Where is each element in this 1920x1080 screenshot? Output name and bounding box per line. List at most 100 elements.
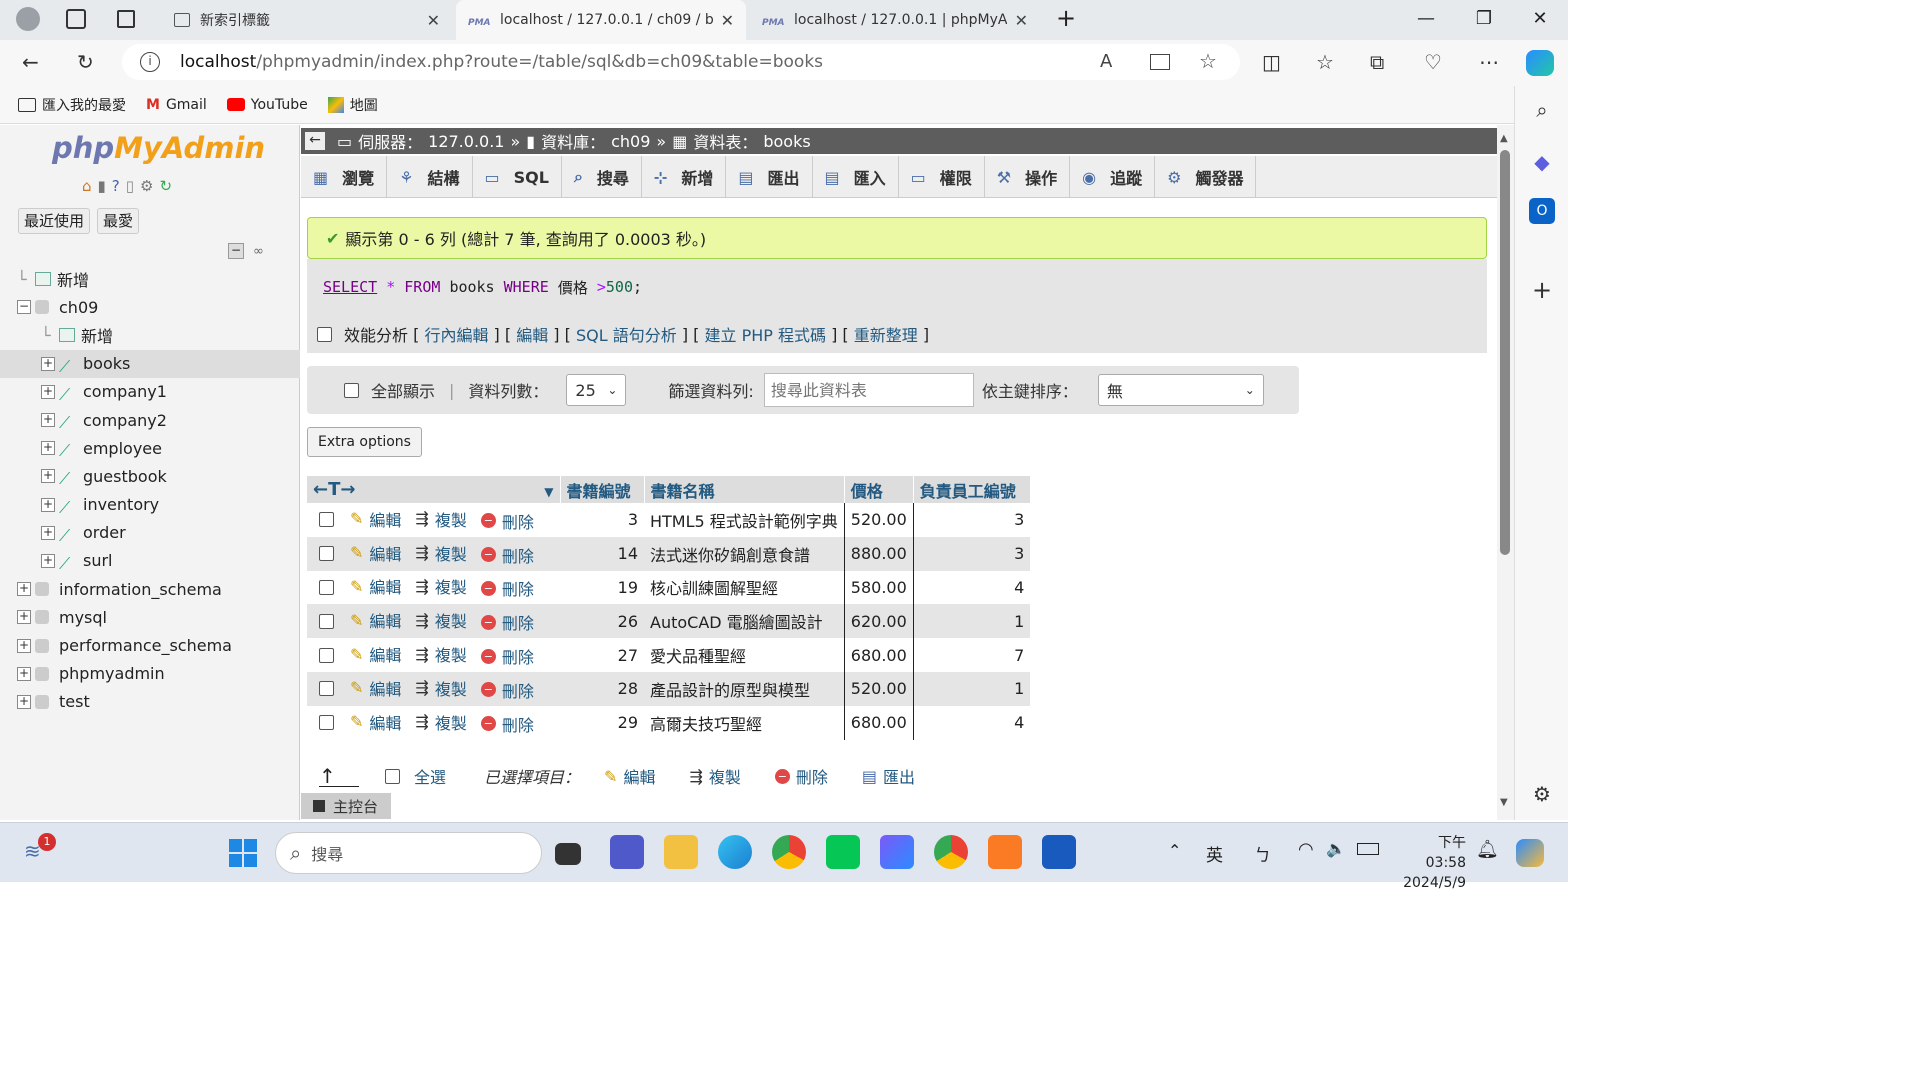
tab-main-5[interactable]: ▤ 匯出 — [726, 156, 813, 198]
tree-node-db[interactable]: + performance_schema — [0, 631, 300, 659]
tree-node-db[interactable]: + information_schema — [0, 575, 300, 603]
row-delete-button[interactable]: − 刪除 — [480, 712, 534, 736]
info-icon[interactable]: i — [140, 52, 160, 72]
select-all-label[interactable]: 全選 — [414, 764, 446, 788]
row-copy-button[interactable]: ⇶ 複製 — [415, 676, 466, 700]
bulk-export-button[interactable]: ▤ 匯出 — [862, 764, 915, 788]
breadcrumb-server[interactable]: 127.0.0.1 — [428, 132, 504, 151]
profile-icon[interactable] — [16, 7, 40, 31]
expand-icon[interactable]: + — [41, 525, 55, 540]
row-checkbox[interactable] — [319, 546, 334, 562]
close-window-icon[interactable]: ✕ — [1528, 8, 1552, 29]
sql-explain-link[interactable]: SQL 語句分析 — [576, 322, 677, 346]
tree-node-new[interactable]: └ 新增 — [0, 265, 300, 293]
sql-select[interactable]: SELECT — [323, 278, 377, 296]
cell-price[interactable]: 580.00 — [843, 570, 914, 605]
workspaces-icon[interactable] — [66, 9, 86, 29]
row-delete-button[interactable]: − 刪除 — [480, 509, 534, 533]
breadcrumb-table[interactable]: books — [763, 132, 810, 151]
column-header-price[interactable]: 價格 — [844, 476, 914, 503]
row-copy-button[interactable]: ⇶ 複製 — [415, 642, 466, 666]
minimize-icon[interactable]: — — [1414, 8, 1438, 29]
bookmark-youtube[interactable]: YouTube — [226, 97, 308, 113]
column-header-book-name[interactable]: 書籍名稱 — [644, 476, 845, 503]
expand-icon[interactable]: + — [41, 497, 55, 512]
row-checkbox[interactable] — [319, 613, 334, 629]
row-copy-button[interactable]: ⇶ 複製 — [415, 541, 466, 565]
close-icon[interactable]: ✕ — [1015, 11, 1028, 30]
row-edit-button[interactable]: ✎ 編輯 — [350, 507, 401, 531]
row-delete-button[interactable]: − 刪除 — [480, 644, 534, 668]
add-icon[interactable]: + — [1529, 276, 1555, 304]
tab-new-tab[interactable]: 新索引標籤 ✕ — [162, 0, 452, 40]
favorites-icon[interactable]: ☆ — [1316, 50, 1334, 74]
refresh-icon[interactable]: ↻ — [77, 50, 94, 74]
row-checkbox[interactable] — [319, 715, 334, 731]
row-copy-button[interactable]: ⇶ 複製 — [415, 574, 466, 598]
chevron-up-icon[interactable]: ⌃ — [1168, 841, 1181, 860]
logout-icon[interactable]: ▮ — [98, 177, 106, 195]
tab-main-4[interactable]: ⊹ 新增 — [642, 156, 727, 198]
expand-icon[interactable]: + — [17, 666, 31, 681]
favorites-button[interactable]: 最愛 — [97, 208, 140, 234]
outlook-icon[interactable]: O — [1529, 198, 1555, 224]
docs-icon[interactable]: ▯ — [126, 177, 134, 195]
row-copy-button[interactable]: ⇶ 複製 — [415, 507, 466, 531]
row-checkbox[interactable] — [319, 579, 334, 595]
cell-employee-id[interactable]: 3 — [913, 536, 1031, 571]
expand-icon[interactable]: + — [41, 469, 55, 484]
row-delete-button[interactable]: − 刪除 — [480, 610, 534, 634]
reload-icon[interactable]: ↻ — [159, 177, 172, 195]
back-icon[interactable]: ← — [22, 50, 39, 74]
cell-employee-id[interactable]: 1 — [913, 604, 1031, 639]
cell-book-id[interactable]: 26 — [560, 604, 644, 639]
row-edit-button[interactable]: ✎ 編輯 — [350, 574, 401, 598]
cell-price[interactable]: 880.00 — [843, 536, 914, 571]
cell-book-name[interactable]: AutoCAD 電腦繪圖設計 — [644, 604, 845, 639]
filter-rows-input[interactable] — [763, 373, 974, 407]
column-dropdown-icon[interactable]: ▼ — [544, 485, 553, 499]
scroll-down-icon[interactable]: ▼ — [1500, 797, 1508, 808]
create-php-link[interactable]: 建立 PHP 程式碼 — [704, 322, 826, 346]
teams-icon[interactable] — [610, 835, 644, 869]
tree-node-table[interactable]: + ⟋ books — [0, 349, 300, 378]
column-arrows-icon[interactable]: ←T→ — [313, 479, 355, 500]
extra-options-button[interactable]: Extra options — [307, 427, 422, 457]
row-checkbox[interactable] — [319, 681, 334, 697]
task-view-icon[interactable] — [555, 843, 581, 865]
expand-icon[interactable]: + — [41, 356, 55, 371]
tab-main-6[interactable]: ▤ 匯入 — [813, 156, 899, 198]
tab-main-3[interactable]: ⌕ 搜尋 — [562, 156, 642, 198]
cell-employee-id[interactable]: 3 — [913, 503, 1031, 537]
cell-book-name[interactable]: 愛犬品種聖經 — [644, 638, 845, 672]
help-icon[interactable]: ? — [112, 177, 120, 195]
tab-main-8[interactable]: ⚒ 操作 — [985, 156, 1071, 198]
volume-muted-icon[interactable]: 🔈 — [1326, 839, 1346, 858]
tree-node-table[interactable]: + ⟋ company2 — [0, 406, 300, 434]
cell-book-id[interactable]: 29 — [560, 705, 644, 740]
expand-icon[interactable]: + — [17, 582, 31, 597]
breadcrumb-db[interactable]: ch09 — [611, 132, 650, 151]
wifi-icon[interactable]: ◠ — [1298, 839, 1314, 860]
word-icon[interactable] — [1042, 835, 1076, 869]
link-icon[interactable]: ∞ — [253, 244, 264, 259]
address-field[interactable]: i localhost/phpmyadmin/index.php?route=/… — [122, 44, 1240, 80]
select-all-checkbox[interactable] — [385, 768, 400, 784]
scroll-thumb[interactable] — [1500, 150, 1510, 555]
sort-select[interactable]: 無 ⌄ — [1097, 374, 1264, 406]
cell-book-id[interactable]: 19 — [560, 570, 644, 605]
phpmyadmin-logo[interactable]: phpMyAdmin — [52, 131, 265, 165]
settings-icon[interactable]: ⚙ — [140, 177, 153, 195]
ime-mode[interactable]: 英 — [1206, 841, 1223, 866]
tree-node-table[interactable]: + ⟋ company1 — [0, 378, 300, 406]
restore-icon[interactable]: ❐ — [1472, 8, 1496, 29]
cell-book-name[interactable]: HTML5 程式設計範例字典 — [644, 503, 845, 537]
close-icon[interactable]: ✕ — [721, 11, 734, 30]
immersive-reader-icon[interactable] — [1150, 54, 1170, 70]
expand-icon[interactable]: + — [17, 610, 31, 625]
row-copy-button[interactable]: ⇶ 複製 — [415, 710, 466, 734]
column-header-employee-id[interactable]: 負責員工編號 — [913, 476, 1031, 503]
vertical-tabs-icon[interactable] — [117, 10, 135, 28]
cell-employee-id[interactable]: 1 — [913, 671, 1031, 706]
row-delete-button[interactable]: − 刪除 — [480, 543, 534, 567]
